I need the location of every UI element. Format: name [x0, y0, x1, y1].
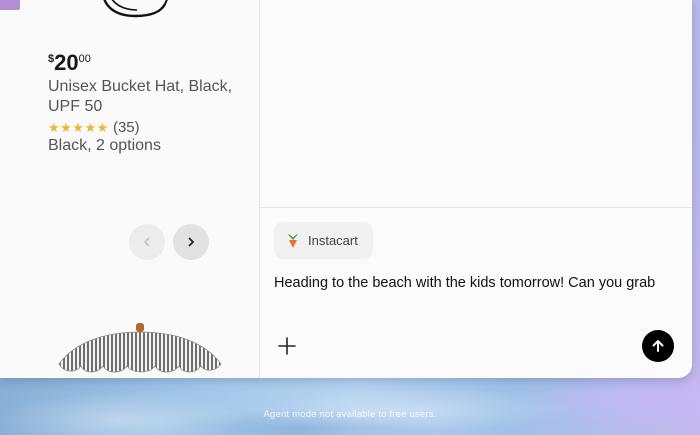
panel-divider: [260, 207, 692, 208]
add-attachment-button[interactable]: [275, 334, 299, 358]
bucket-hat-image[interactable]: [95, 0, 185, 26]
footer-note: Agent mode not available to free users.: [263, 409, 437, 420]
star-rating-icon: ★★★★★: [48, 120, 109, 135]
price-currency: $: [48, 53, 55, 65]
product-panel[interactable]: $2000 Unisex Bucket Hat, Black, UPF 50 ★…: [0, 0, 260, 378]
carousel-prev-button[interactable]: [129, 224, 165, 260]
rating-count: (35): [112, 119, 140, 136]
price-cents: 00: [78, 53, 91, 65]
product-price: $2000: [48, 50, 91, 76]
product-rating: ★★★★★ (35): [48, 119, 140, 136]
send-button[interactable]: [642, 330, 674, 362]
product-title[interactable]: Unisex Bucket Hat, Black, UPF 50: [48, 77, 238, 117]
plus-icon: [278, 337, 296, 355]
carousel-next-button[interactable]: [173, 224, 209, 260]
instacart-app-chip[interactable]: Instacart: [274, 222, 373, 259]
product-options: Black, 2 options: [48, 137, 161, 154]
chevron-left-icon: [144, 237, 150, 247]
chat-panel: Instacart Heading to the beach with the …: [260, 0, 692, 378]
composer-input[interactable]: Heading to the beach with the kids tomor…: [274, 272, 664, 295]
beach-umbrella-image[interactable]: [55, 320, 225, 378]
app-chip-label: Instacart: [308, 233, 358, 248]
arrow-up-icon: [652, 340, 664, 352]
color-swatch[interactable]: [0, 0, 20, 10]
app-window: $2000 Unisex Bucket Hat, Black, UPF 50 ★…: [0, 0, 692, 378]
instacart-carrot-icon: [288, 233, 298, 248]
price-dollars: 20: [54, 50, 79, 75]
chevron-right-icon: [188, 237, 194, 247]
